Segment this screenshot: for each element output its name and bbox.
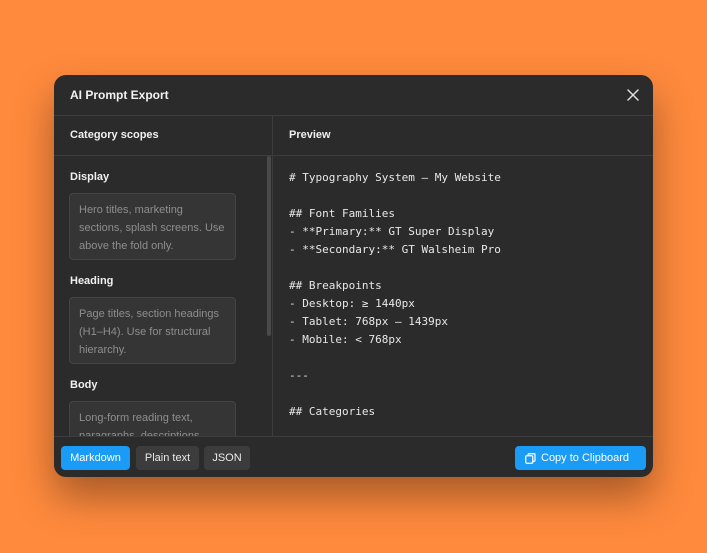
preview-line [289,349,639,367]
format-json-button[interactable]: JSON [204,446,250,470]
preview-title: Preview [289,129,331,141]
preview-text: # Typography System — My Website ## Font… [289,169,639,421]
preview-line [289,259,639,277]
body-scope-input[interactable]: Long-form reading text, paragraphs, desc… [69,401,236,436]
copy-to-clipboard-button[interactable]: Copy to Clipboard [515,446,646,470]
preview-line: ## Font Families [289,207,395,220]
copy-button-label: Copy to Clipboard [541,452,630,464]
category-scopes-pane: Category scopes Display Hero titles, mar… [54,116,273,436]
category-scopes-header: Category scopes [54,116,272,156]
format-plain-text-button[interactable]: Plain text [136,446,199,470]
export-dialog: AI Prompt Export Category scopes Display… [54,75,653,477]
scope-label-body: Body [70,379,98,391]
preview-line: - Desktop: ≥ 1440px [289,297,415,310]
preview-line: --- [289,369,309,382]
display-scope-input[interactable]: Hero titles, marketing sections, splash … [69,193,236,260]
format-markdown-button[interactable]: Markdown [61,446,130,470]
dialog-footer: Markdown Plain text JSON Copy to Clipboa… [54,436,653,477]
preview-line: - **Primary:** GT Super Display [289,225,495,238]
preview-line: - **Secondary:** GT Walsheim Pro [289,243,501,256]
preview-line [289,385,639,403]
copy-icon [525,453,536,464]
preview-header: Preview [273,116,653,156]
category-scopes-title: Category scopes [70,129,159,141]
preview-line [289,187,639,205]
heading-scope-input[interactable]: Page titles, section headings (H1–H4). U… [69,297,236,364]
preview-line: - Tablet: 768px – 1439px [289,315,448,328]
dialog-title: AI Prompt Export [70,88,169,102]
preview-line: ## Breakpoints [289,279,382,292]
scopes-list: Display Hero titles, marketing sections,… [54,156,272,436]
dialog-header: AI Prompt Export [54,75,653,116]
preview-line: # Typography System — My Website [289,171,501,184]
preview-line: - Mobile: < 768px [289,333,402,346]
preview-pane: Preview # Typography System — My Website… [273,116,653,436]
scope-label-display: Display [70,171,110,183]
scope-label-heading: Heading [70,275,114,287]
close-icon[interactable] [625,87,641,103]
preview-line: ## Categories [289,405,376,418]
scopes-scrollbar[interactable] [267,156,271,336]
